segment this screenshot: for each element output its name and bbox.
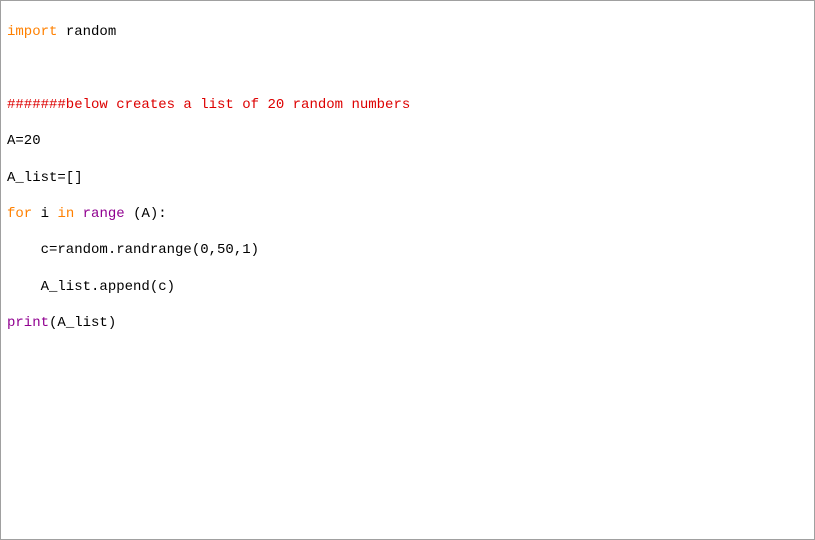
code-line: A=20	[7, 132, 808, 150]
keyword-import: import	[7, 24, 57, 40]
builtin-range: range	[74, 206, 124, 222]
code-line-blank	[7, 387, 808, 405]
code-line-blank	[7, 496, 808, 514]
code-line: c=random.randrange(0,50,1)	[7, 241, 808, 259]
code-text: A_list=[]	[7, 170, 83, 186]
keyword-in: in	[57, 206, 74, 222]
comment: #######below creates a list of 20 random…	[7, 97, 410, 113]
code-text: i	[32, 206, 57, 222]
code-line: for i in range (A):	[7, 205, 808, 223]
builtin-print: print	[7, 315, 49, 331]
code-line: A_list=[]	[7, 169, 808, 187]
code-text: c=random.randrange(0,50,1)	[7, 242, 259, 258]
keyword-for: for	[7, 206, 32, 222]
code-line-blank	[7, 460, 808, 478]
code-line: #######below creates a list of 20 random…	[7, 96, 808, 114]
code-text: (A_list)	[49, 315, 116, 331]
code-line: print(A_list)	[7, 314, 808, 332]
module-name: random	[57, 24, 116, 40]
code-text: A_list.append(c)	[7, 279, 175, 295]
code-line: A_list.append(c)	[7, 278, 808, 296]
code-editor[interactable]: import random #######below creates a lis…	[0, 0, 815, 540]
code-line-blank	[7, 532, 808, 540]
code-line-blank	[7, 351, 808, 369]
code-text: A=20	[7, 133, 41, 149]
code-line-blank	[7, 60, 808, 78]
code-text: (A):	[125, 206, 167, 222]
code-line: import random	[7, 23, 808, 41]
code-line-blank	[7, 423, 808, 441]
